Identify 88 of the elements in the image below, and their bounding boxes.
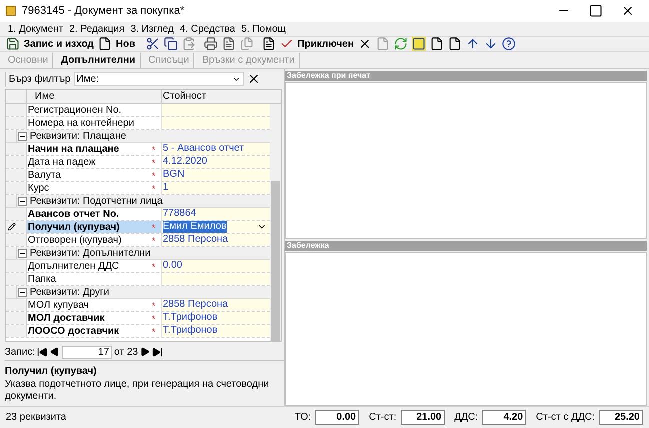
finish-button[interactable]: Приключен bbox=[298, 36, 354, 52]
total-value: 0.00 bbox=[315, 410, 360, 425]
menu-item[interactable]: 2. Редакция bbox=[69, 22, 125, 36]
quick-filter-label: Бърз филтър bbox=[5, 72, 71, 86]
status-text: 23 реквизита bbox=[6, 411, 66, 425]
page-icon[interactable] bbox=[430, 37, 444, 51]
description-title: Получил (купувач) bbox=[5, 365, 98, 379]
column-header[interactable]: Име bbox=[27, 90, 162, 103]
group-toggle[interactable] bbox=[18, 132, 27, 141]
value-cell[interactable]: Т.Трифонов bbox=[162, 312, 270, 324]
cut-icon[interactable] bbox=[146, 37, 160, 51]
maximize-icon[interactable] bbox=[589, 4, 603, 18]
record-number-field[interactable]: 17 bbox=[62, 346, 112, 358]
required-marker: * bbox=[152, 158, 156, 168]
total-value: 21.00 bbox=[400, 410, 445, 425]
document-icon[interactable] bbox=[222, 37, 236, 51]
value-cell[interactable]: 2858 Персона bbox=[162, 299, 270, 311]
total-value: 4.20 bbox=[482, 410, 526, 425]
value-cell[interactable]: 2858 Персона bbox=[162, 234, 270, 246]
group-toggle[interactable] bbox=[18, 249, 27, 258]
next-record-icon[interactable] bbox=[140, 347, 150, 357]
name-filter-field[interactable]: Име: bbox=[74, 72, 244, 86]
up-arrow-icon[interactable] bbox=[466, 37, 480, 51]
record-total: от 23 bbox=[114, 346, 138, 360]
column-header[interactable]: Стойност bbox=[162, 90, 270, 103]
value-cell[interactable]: 5 - Авансов отчет bbox=[162, 143, 270, 155]
tab[interactable]: Допълнителни bbox=[61, 52, 141, 68]
value-cell[interactable]: 0.00 bbox=[162, 260, 270, 272]
required-marker: * bbox=[152, 301, 156, 311]
group-title: Реквизити: Плащане bbox=[30, 130, 126, 142]
required-marker: * bbox=[152, 184, 156, 194]
print-icon[interactable] bbox=[204, 37, 218, 51]
required-marker: * bbox=[152, 236, 156, 246]
menu-item[interactable]: 5. Помощ bbox=[241, 22, 286, 36]
menu-item[interactable]: 4. Средства bbox=[180, 22, 236, 36]
required-marker: * bbox=[152, 262, 156, 272]
value-cell[interactable] bbox=[162, 117, 270, 129]
property-name[interactable]: Получил (купувач) bbox=[27, 221, 152, 233]
pencil-icon bbox=[8, 223, 16, 231]
close-icon[interactable] bbox=[621, 4, 635, 18]
total-label: Ст-ст: bbox=[369, 411, 397, 425]
notes-field[interactable] bbox=[285, 252, 647, 406]
required-marker: * bbox=[152, 327, 156, 337]
description-text: Указва подотчетното лице, при генерация на счетоводни документи. bbox=[5, 379, 270, 403]
window-title: 7963145 - Документ за покупка* bbox=[22, 4, 185, 19]
previous-record-icon[interactable] bbox=[50, 347, 60, 357]
group-title: Реквизити: Други bbox=[30, 286, 110, 298]
help-icon[interactable] bbox=[502, 37, 516, 51]
value-cell[interactable] bbox=[162, 273, 270, 285]
scrollbar[interactable] bbox=[270, 104, 281, 341]
total-label: Ст-ст с ДДС: bbox=[536, 411, 595, 425]
value-cell[interactable]: Емил Емилов bbox=[162, 221, 270, 233]
save-icon[interactable] bbox=[6, 37, 20, 51]
group-title: Реквизити: Допълнителни bbox=[30, 247, 151, 259]
last-record-icon[interactable] bbox=[152, 346, 164, 358]
edit-document-icon[interactable] bbox=[262, 37, 276, 51]
frame-icon[interactable] bbox=[412, 37, 426, 51]
menu-item[interactable]: 3. Изглед bbox=[130, 22, 174, 36]
required-marker: * bbox=[152, 171, 156, 181]
total-label: ТО: bbox=[294, 411, 312, 425]
group-title: Реквизити: Подотчетни лица bbox=[30, 195, 163, 207]
notes-field[interactable] bbox=[285, 82, 647, 239]
value-cell[interactable]: 778864 bbox=[162, 208, 270, 220]
record-label: Запис: bbox=[5, 346, 36, 360]
copy-icon[interactable] bbox=[164, 37, 178, 51]
row-header[interactable] bbox=[6, 221, 27, 233]
value-cell[interactable]: 1 bbox=[162, 182, 270, 194]
total-label: ДДС: bbox=[454, 411, 478, 425]
value-cell[interactable] bbox=[162, 104, 270, 116]
new-document-icon[interactable] bbox=[98, 37, 112, 51]
required-marker: * bbox=[152, 223, 156, 233]
notes-header: Забележка bbox=[285, 241, 647, 251]
down-arrow-icon[interactable] bbox=[484, 37, 498, 51]
menu-item[interactable]: 1. Документ bbox=[8, 22, 64, 36]
value-cell[interactable]: Т.Трифонов bbox=[162, 325, 270, 337]
total-value: 25.20 bbox=[599, 410, 643, 425]
group-toggle[interactable] bbox=[18, 197, 27, 206]
save-exit-button[interactable]: Запис и изход bbox=[24, 36, 94, 52]
notes-header: Забележка при печат bbox=[285, 71, 647, 81]
value-cell[interactable]: BGN bbox=[162, 169, 270, 181]
page-icon[interactable] bbox=[448, 37, 462, 51]
group-toggle[interactable] bbox=[18, 288, 27, 297]
required-marker: * bbox=[152, 314, 156, 324]
required-marker: * bbox=[152, 145, 156, 155]
first-record-icon[interactable] bbox=[37, 346, 48, 358]
app-icon bbox=[6, 6, 16, 16]
value-cell[interactable]: 4.12.2020 bbox=[162, 156, 270, 168]
new-button[interactable]: Нов bbox=[116, 36, 136, 52]
